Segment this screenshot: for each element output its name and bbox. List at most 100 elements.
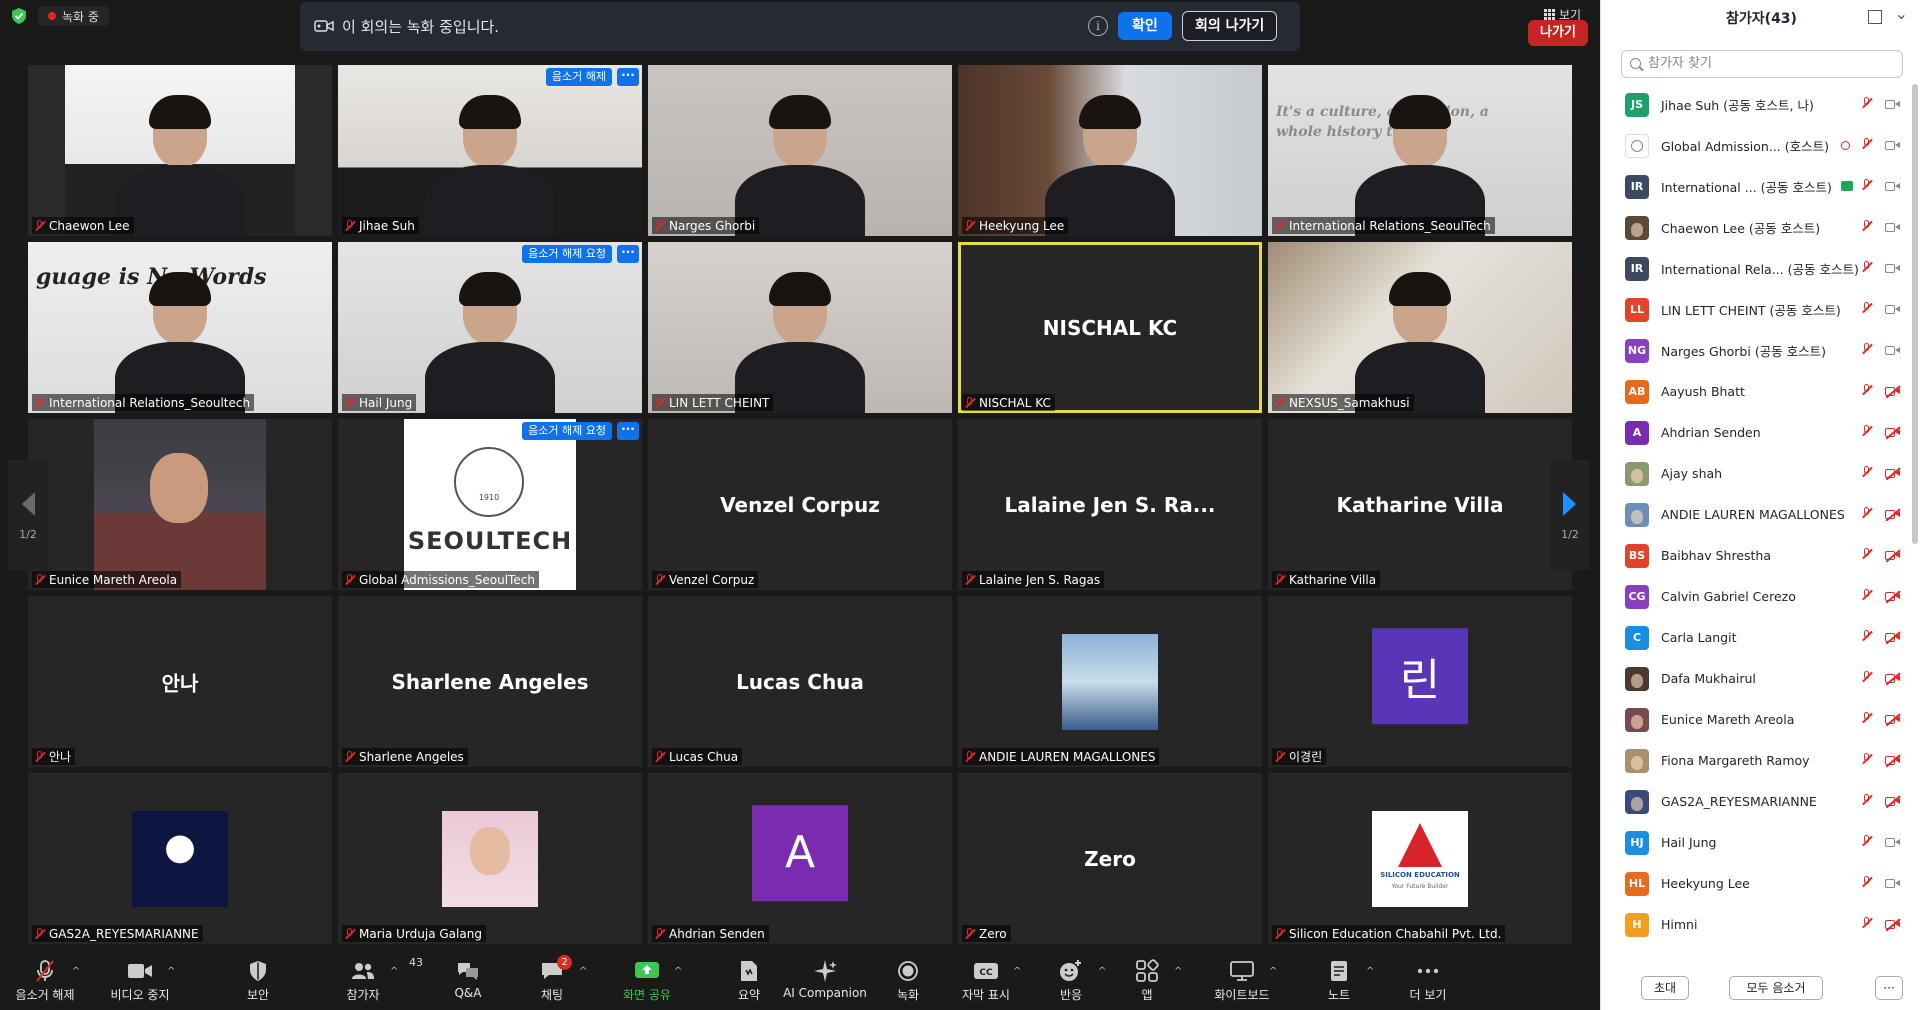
participant-mic-muted-icon[interactable] [1861, 466, 1873, 478]
participant-row[interactable]: Dafa Mukhairul [1601, 658, 1913, 699]
caret-up-icon[interactable]: ^ [72, 966, 80, 977]
caret-up-icon[interactable]: ^ [1013, 966, 1021, 977]
participant-video-on-icon[interactable] [1885, 99, 1901, 110]
participant-video-on-icon[interactable] [1885, 878, 1901, 889]
toolbar-participants-button[interactable]: 43 참가자 [318, 956, 423, 1003]
video-tile[interactable]: SILICON EDUCATION Your Future Builder Sili… [1268, 773, 1572, 944]
participant-row[interactable]: C Carla Langit [1601, 617, 1913, 658]
participant-row[interactable]: BS Baibhav Shrestha [1601, 535, 1913, 576]
participant-video-off-icon[interactable] [1885, 714, 1901, 725]
video-tile[interactable]: ANDIE LAUREN MAGALLONES [958, 596, 1262, 767]
participant-mic-muted-icon[interactable] [1861, 261, 1873, 273]
tile-more-button[interactable]: ··· [617, 422, 639, 440]
video-tile[interactable]: NISCHAL KC NISCHAL KC [958, 242, 1262, 413]
participant-mic-muted-icon[interactable] [1861, 712, 1873, 724]
toolbar-security-shield-button[interactable]: 보안 [213, 958, 303, 1003]
participant-row[interactable]: HL Heekyung Lee [1601, 863, 1913, 904]
info-icon[interactable]: i [1088, 16, 1108, 36]
participant-search-input[interactable]: 참가자 찾기 [1621, 50, 1903, 78]
tile-more-button[interactable]: ··· [617, 68, 639, 86]
video-tile[interactable]: 안나 안나 [28, 596, 332, 767]
participant-mic-muted-icon[interactable] [1861, 507, 1873, 519]
participant-mic-muted-icon[interactable] [1861, 589, 1873, 601]
chevron-down-icon[interactable]: ⌄ [1895, 4, 1908, 23]
toolbar-ai-companion-button[interactable]: AI Companion [780, 958, 870, 1000]
participant-video-on-icon[interactable] [1885, 304, 1901, 315]
participant-video-off-icon[interactable] [1885, 673, 1901, 684]
toolbar-whiteboard-button[interactable]: 화이트보드 [1197, 958, 1287, 1003]
participant-video-off-icon[interactable] [1885, 427, 1901, 438]
popout-icon[interactable] [1868, 10, 1882, 24]
participant-video-off-icon[interactable] [1885, 919, 1901, 930]
video-tile[interactable]: Lalaine Jen S. Ra... Lalaine Jen S. Ragas [958, 419, 1262, 590]
participant-video-off-icon[interactable] [1885, 796, 1901, 807]
toolbar-qa-button[interactable]: Q&A [423, 958, 513, 1000]
participant-mic-muted-icon[interactable] [1861, 97, 1873, 109]
video-tile[interactable]: LIN LETT CHEINT [648, 242, 952, 413]
participant-row[interactable]: Eunice Mareth Areola [1601, 699, 1913, 740]
toolbar-apps-button[interactable]: 앱 [1102, 958, 1192, 1003]
caret-up-icon[interactable]: ^ [579, 966, 587, 977]
participant-video-on-icon[interactable] [1885, 140, 1901, 151]
toolbar-record-button[interactable]: 녹화 [863, 958, 953, 1003]
toolbar-video-button[interactable]: 비디오 중지 [95, 958, 185, 1003]
participant-row[interactable]: A Ahdrian Senden [1601, 412, 1913, 453]
toolbar-mic-off-button[interactable]: 음소거 해제 [0, 958, 90, 1003]
tile-more-button[interactable]: ··· [617, 245, 639, 263]
participant-row[interactable]: JS Jihae Suh (공동 호스트, 나) [1601, 84, 1913, 125]
prev-page-button[interactable]: 1/2 [8, 460, 48, 570]
participant-mic-muted-icon[interactable] [1861, 753, 1873, 765]
participant-video-off-icon[interactable] [1885, 509, 1901, 520]
video-tile[interactable]: guage is No Words International Relations… [28, 242, 332, 413]
caret-up-icon[interactable]: ^ [1269, 966, 1277, 977]
participant-mic-muted-icon[interactable] [1861, 384, 1873, 396]
participant-video-off-icon[interactable] [1885, 632, 1901, 643]
participant-video-on-icon[interactable] [1885, 263, 1901, 274]
participant-mic-muted-icon[interactable] [1861, 425, 1873, 437]
participant-video-off-icon[interactable] [1885, 550, 1901, 561]
video-tile[interactable]: A Ahdrian Senden [648, 773, 952, 944]
video-tile[interactable]: Narges Ghorbi [648, 65, 952, 236]
video-tile[interactable]: 음소거 해제 ··· Jihae Suh [338, 65, 642, 236]
video-tile[interactable]: Sharlene Angeles Sharlene Angeles [338, 596, 642, 767]
toolbar-chat-button[interactable]: 2 채팅 [507, 955, 597, 1003]
video-tile[interactable]: GAS2A_REYESMARIANNE [28, 773, 332, 944]
invite-button[interactable]: 초대 [1641, 976, 1689, 1000]
toolbar-more-button[interactable]: 더 보기 [1383, 958, 1473, 1003]
participant-row[interactable]: LL LIN LETT CHEINT (공동 호스트) [1601, 289, 1913, 330]
mute-all-button[interactable]: 모두 음소거 [1729, 976, 1823, 1000]
participant-row[interactable]: ANDIE LAUREN MAGALLONES [1601, 494, 1913, 535]
panel-more-button[interactable]: ··· [1875, 976, 1903, 1000]
video-tile[interactable]: Katharine Villa Katharine Villa [1268, 419, 1572, 590]
unmute-request-tag[interactable]: 음소거 해제 요청 [522, 422, 612, 440]
participant-row[interactable]: Chaewon Lee (공동 호스트) [1601, 207, 1913, 248]
participant-video-on-icon[interactable] [1885, 181, 1901, 192]
participant-mic-muted-icon[interactable] [1861, 671, 1873, 683]
participant-mic-muted-icon[interactable] [1861, 548, 1873, 560]
unmute-request-tag[interactable]: 음소거 해제 [545, 68, 612, 86]
caret-up-icon[interactable]: ^ [390, 966, 398, 977]
participant-mic-muted-icon[interactable] [1861, 138, 1873, 150]
caret-up-icon[interactable]: ^ [674, 966, 682, 977]
participant-mic-muted-icon[interactable] [1861, 343, 1873, 355]
recording-indicator[interactable]: 녹화 중 [38, 6, 109, 26]
caret-up-icon[interactable]: ^ [167, 966, 175, 977]
participant-row[interactable]: HJ Hail Jung [1601, 822, 1913, 863]
video-tile[interactable]: Zero Zero [958, 773, 1262, 944]
next-page-button[interactable]: 1/2 [1550, 460, 1590, 570]
video-tile[interactable]: 1910 SEOULTECH 음소거 해제 요청 ··· Global Admissio… [338, 419, 642, 590]
participant-row[interactable]: H Himni [1601, 904, 1913, 945]
unmute-request-tag[interactable]: 음소거 해제 요청 [522, 245, 612, 263]
video-tile[interactable]: 음소거 해제 요청 ··· Hail Jung [338, 242, 642, 413]
participant-list-scrollbar[interactable] [1912, 84, 1918, 544]
video-tile[interactable]: It's a culture, a tradition, a whole his… [1268, 65, 1572, 236]
participant-mic-muted-icon[interactable] [1861, 302, 1873, 314]
leave-button[interactable]: 나가기 [1528, 20, 1588, 46]
video-tile[interactable]: Venzel Corpuz Venzel Corpuz [648, 419, 952, 590]
participant-video-on-icon[interactable] [1885, 345, 1901, 356]
participant-video-on-icon[interactable] [1885, 837, 1901, 848]
video-tile[interactable]: 린 이경린 [1268, 596, 1572, 767]
participant-video-off-icon[interactable] [1885, 468, 1901, 479]
toolbar-share-screen-button[interactable]: 화면 공유 [602, 958, 692, 1003]
participant-mic-muted-icon[interactable] [1861, 876, 1873, 888]
